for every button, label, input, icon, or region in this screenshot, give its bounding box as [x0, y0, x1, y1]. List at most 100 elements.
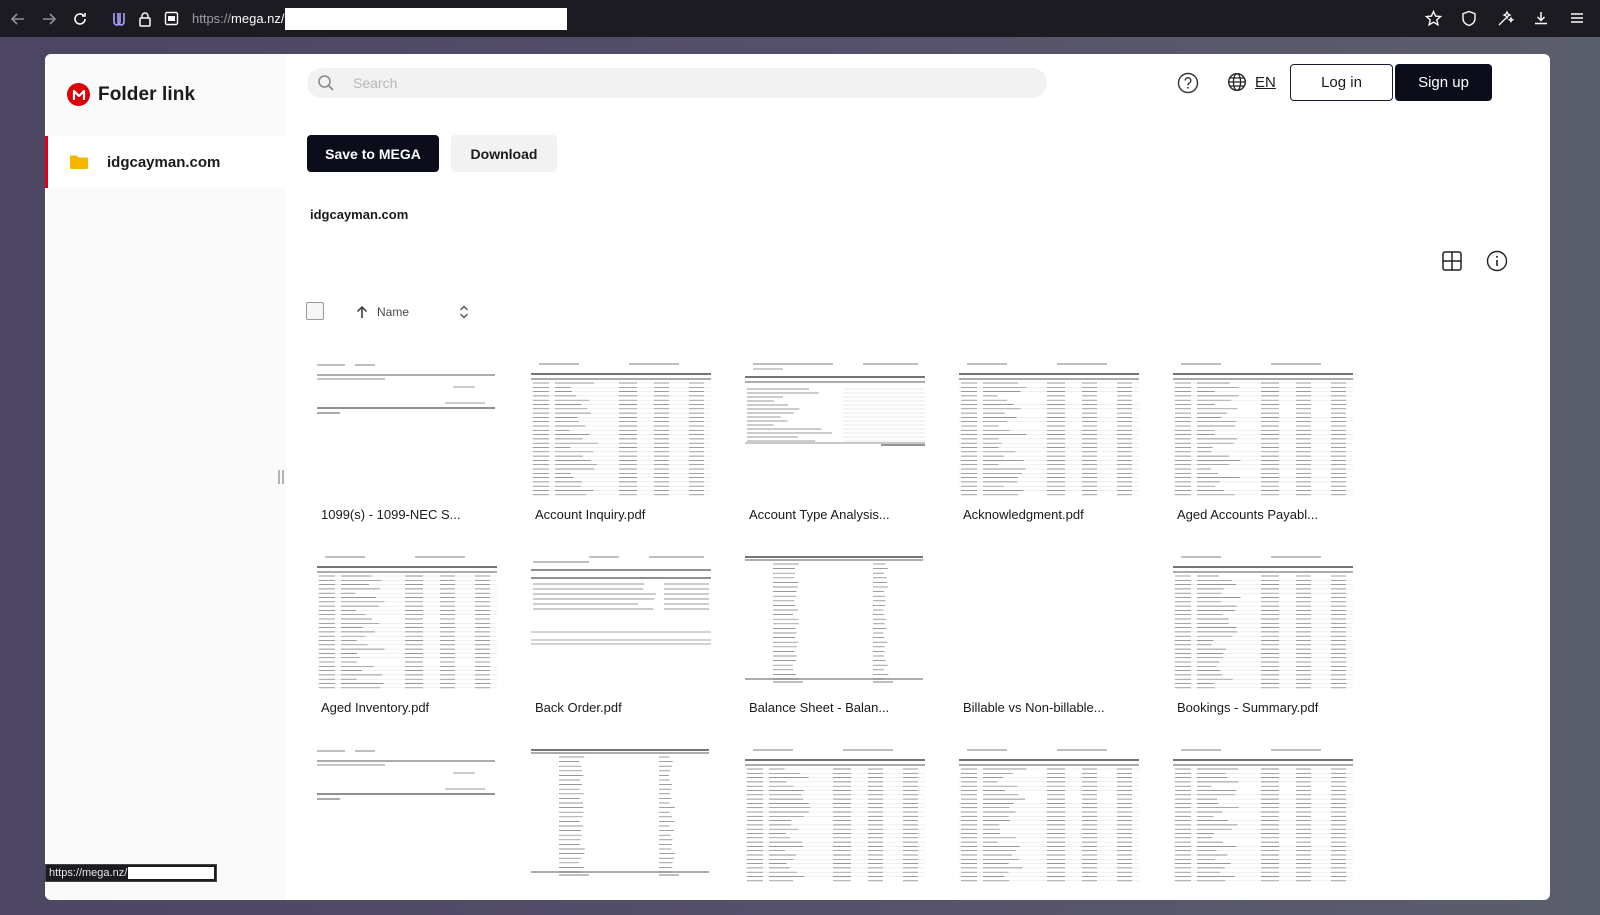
lock-icon[interactable] [134, 8, 156, 30]
file-thumbnail[interactable] [1171, 361, 1354, 499]
main-content: EN Log in Sign up Save to MEGA Download … [286, 54, 1550, 900]
pdf-preview-icon [745, 556, 923, 683]
file-card[interactable] [521, 743, 719, 900]
url-redaction [284, 7, 567, 30]
pdf-preview-icon [745, 363, 925, 446]
forward-icon[interactable] [36, 6, 62, 32]
pdf-preview-icon [531, 556, 711, 645]
customize-icon[interactable] [1492, 5, 1518, 31]
download-icon[interactable] [1528, 5, 1554, 31]
breadcrumb[interactable]: idgcayman.com [310, 207, 408, 222]
reload-icon[interactable] [67, 6, 93, 32]
file-thumbnail[interactable] [529, 361, 712, 499]
file-thumbnail[interactable] [957, 747, 1140, 885]
file-name: Account Type Analysis... [749, 507, 890, 522]
file-name: Billable vs Non-billable... [963, 700, 1105, 715]
search-icon [318, 75, 334, 91]
file-card[interactable]: Billable vs Non-billable... [949, 550, 1147, 740]
file-thumbnail[interactable] [743, 361, 926, 499]
pdf-preview-icon [317, 750, 495, 800]
pdf-preview-icon [1173, 363, 1353, 496]
file-thumbnail[interactable] [529, 554, 712, 692]
pdf-preview-icon [531, 363, 711, 496]
pdf-preview-icon [1173, 556, 1353, 689]
address-bar[interactable]: https://mega.nz/ [108, 4, 1358, 33]
file-name: Balance Sheet - Balan... [749, 700, 890, 715]
pdf-preview-icon [531, 749, 709, 876]
file-name: Acknowledgment.pdf [963, 507, 1084, 522]
file-thumbnail[interactable] [743, 747, 926, 885]
brand-title: Folder link [98, 83, 196, 105]
file-thumbnail[interactable] [957, 554, 1140, 692]
file-card[interactable]: Bookings - Summary.pdf [1163, 550, 1361, 740]
file-card[interactable]: Back Order.pdf [521, 550, 719, 740]
file-thumbnail[interactable] [743, 554, 926, 692]
pdf-preview-icon [745, 749, 925, 882]
file-thumbnail[interactable] [529, 747, 712, 885]
page-permissions-icon[interactable] [160, 8, 182, 30]
status-bar-url: https://mega.nz/ [45, 864, 217, 882]
file-card[interactable]: Aged Accounts Payabl... [1163, 357, 1361, 547]
url-text: https://mega.nz/ [192, 11, 285, 26]
pdf-preview-icon [959, 749, 1139, 882]
language-selector[interactable]: EN [1227, 72, 1276, 92]
select-all-checkbox[interactable] [306, 302, 324, 320]
file-card[interactable]: 1099(s) - 1099-NEC S... [307, 357, 505, 547]
file-card[interactable]: Acknowledgment.pdf [949, 357, 1147, 547]
language-label: EN [1255, 73, 1276, 91]
file-name: Aged Accounts Payabl... [1177, 507, 1318, 522]
file-thumbnail[interactable] [315, 554, 498, 692]
pdf-preview-icon [1173, 749, 1353, 882]
sidebar-folder-label: idgcayman.com [107, 153, 221, 171]
file-name: Account Inquiry.pdf [535, 507, 646, 522]
pdf-preview-icon [957, 554, 1140, 692]
search-bar[interactable] [307, 68, 1047, 98]
file-card[interactable] [1163, 743, 1361, 900]
sidebar-resize-handle[interactable] [278, 470, 284, 484]
login-button[interactable]: Log in [1290, 64, 1393, 101]
pdf-preview-icon [317, 556, 497, 689]
file-card[interactable] [307, 743, 505, 900]
file-name: 1099(s) - 1099-NEC S... [321, 507, 461, 522]
folder-icon [70, 155, 88, 169]
sort-ascending-icon[interactable] [356, 305, 368, 319]
menu-icon[interactable] [1564, 5, 1590, 31]
save-to-mega-button[interactable]: Save to MEGA [307, 135, 439, 172]
file-name: Back Order.pdf [535, 700, 622, 715]
grid-view-icon[interactable] [1441, 250, 1463, 272]
file-thumbnail[interactable] [1171, 554, 1354, 692]
mega-logo-icon [67, 83, 90, 106]
file-thumbnail[interactable] [315, 361, 498, 499]
file-name: Bookings - Summary.pdf [1177, 700, 1319, 715]
download-button[interactable]: Download [451, 135, 557, 172]
file-card[interactable]: Balance Sheet - Balan... [735, 550, 933, 740]
file-card[interactable]: Account Type Analysis... [735, 357, 933, 547]
mega-app-window: Folder link idgcayman.com EN Log in Sign… [45, 54, 1550, 900]
file-thumbnail[interactable] [315, 747, 498, 885]
bookmark-star-icon[interactable] [1420, 5, 1446, 31]
file-card[interactable]: Aged Inventory.pdf [307, 550, 505, 740]
back-icon[interactable] [5, 6, 31, 32]
signup-button[interactable]: Sign up [1395, 64, 1492, 101]
help-icon[interactable] [1177, 72, 1199, 94]
file-card[interactable] [735, 743, 933, 900]
status-url-text: https://mega.nz/ [49, 867, 128, 879]
shield-icon[interactable] [1456, 5, 1482, 31]
pdf-preview-icon [959, 363, 1139, 496]
globe-icon [1227, 72, 1247, 92]
file-thumbnail[interactable] [1171, 747, 1354, 885]
browser-toolbar: https://mega.nz/ [0, 0, 1600, 37]
sort-column-name[interactable]: Name [377, 305, 409, 319]
sort-toggle-icon[interactable] [458, 303, 470, 321]
search-input[interactable] [351, 74, 1035, 92]
pdf-preview-icon [317, 364, 495, 414]
sidebar: Folder link idgcayman.com [45, 54, 286, 900]
file-card[interactable] [949, 743, 1147, 900]
sidebar-folder-item[interactable]: idgcayman.com [45, 136, 286, 188]
extension-icon[interactable] [108, 8, 130, 30]
file-card[interactable]: Account Inquiry.pdf [521, 357, 719, 547]
file-name: Aged Inventory.pdf [321, 700, 430, 715]
file-thumbnail[interactable] [957, 361, 1140, 499]
info-icon[interactable] [1486, 250, 1508, 272]
brand[interactable]: Folder link [67, 83, 195, 106]
